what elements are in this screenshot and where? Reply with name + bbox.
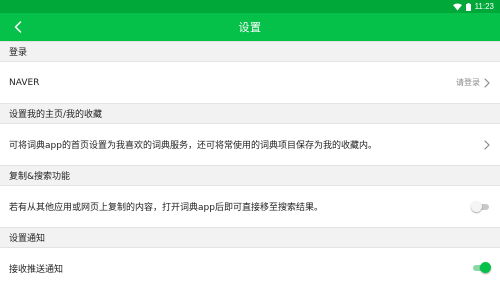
home-favorites-row[interactable]: 可将词典app的首页设置为我喜欢的词典服务，还可将常使用的词典项目保存为我的收藏… — [0, 124, 500, 165]
login-prompt: 请登录 — [456, 78, 480, 87]
copy-search-row: 若有从其他应用或网页上复制的内容，打开词典app后即可直接移至搜索结果。 — [0, 186, 500, 227]
copy-search-description: 若有从其他应用或网页上复制的内容，打开词典app后即可直接移至搜索结果。 — [9, 203, 323, 213]
back-button[interactable] — [6, 13, 30, 41]
home-favorites-description: 可将词典app的首页设置为我喜欢的词典服务，还可将常使用的词典项目保存为我的收藏… — [9, 141, 377, 151]
push-notification-row: 接收推送通知 — [0, 248, 500, 281]
push-notification-label: 接收推送通知 — [9, 264, 64, 275]
chevron-right-icon — [484, 139, 490, 150]
section-header-home: 设置我的主页/我的收藏 — [0, 103, 500, 124]
page-title: 设置 — [238, 21, 262, 34]
battery-icon — [465, 2, 471, 11]
section-header-notification: 设置通知 — [0, 227, 500, 248]
push-notification-toggle[interactable] — [472, 262, 491, 273]
copy-search-toggle[interactable] — [471, 200, 490, 212]
naver-login-row[interactable]: NAVER 请登录 — [0, 62, 500, 103]
app-bar: 设置 — [0, 13, 500, 41]
section-header-copy-search: 复制&搜索功能 — [0, 165, 500, 186]
status-bar: 11:23 — [0, 0, 500, 13]
section-header-login: 登录 — [0, 41, 500, 62]
naver-label: NAVER — [9, 77, 40, 88]
status-time: 11:23 — [474, 2, 494, 11]
wifi-icon — [452, 3, 462, 11]
chevron-right-icon — [484, 77, 490, 88]
chevron-left-icon — [14, 18, 22, 37]
